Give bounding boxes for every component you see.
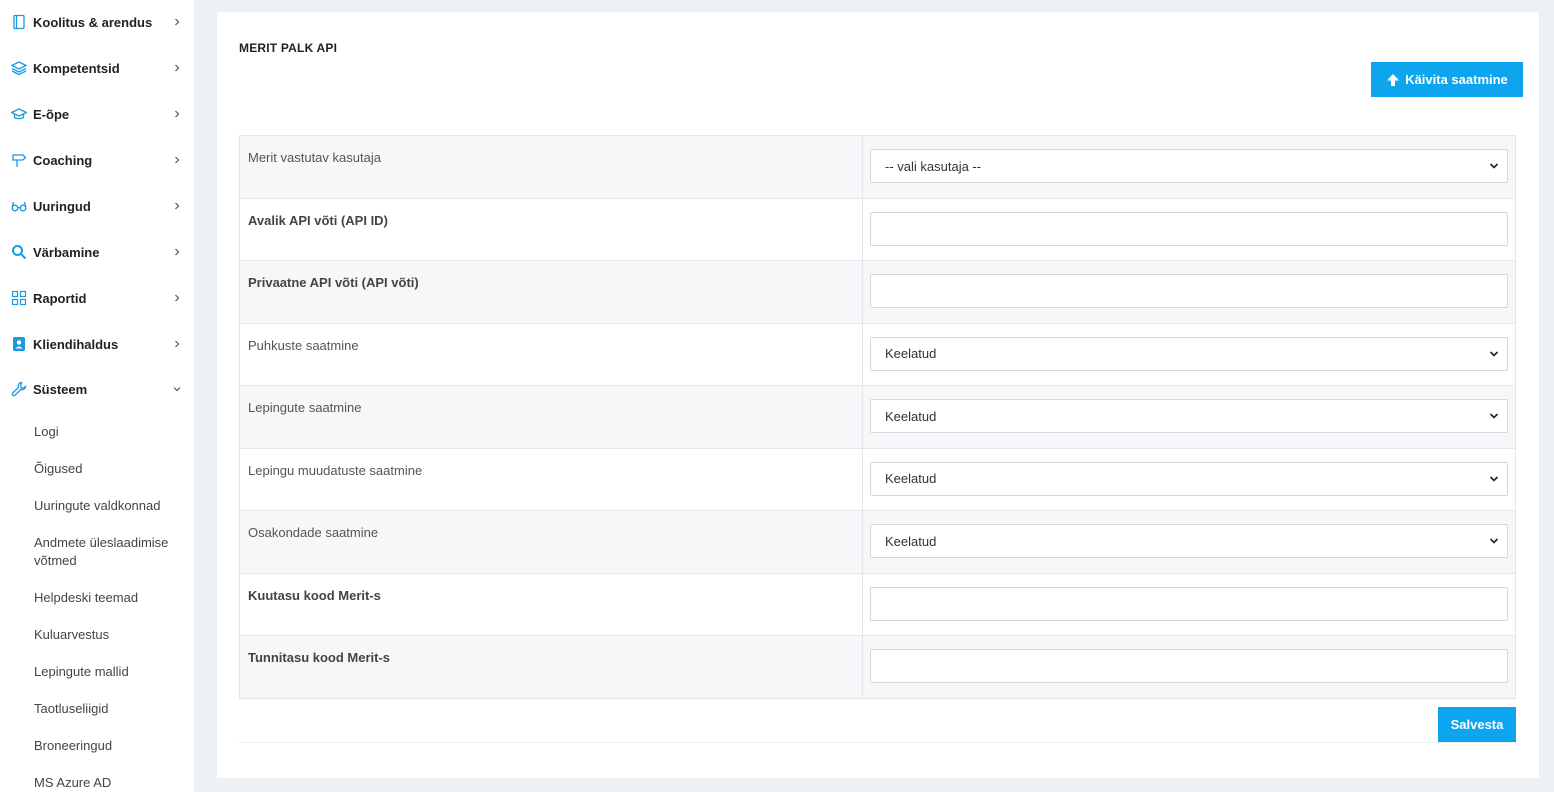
wrench-icon <box>11 381 27 397</box>
chevron-right-icon <box>172 339 182 349</box>
chevron-right-icon <box>172 17 182 27</box>
contracts-sending-select[interactable]: Keelatud <box>870 399 1508 433</box>
sidebar-item-label: Coaching <box>33 152 93 168</box>
arrow-up-icon <box>1386 73 1400 87</box>
notebook-icon <box>11 14 27 30</box>
form-row: Merit vastutav kasutaja -- vali kasutaja… <box>239 135 1516 199</box>
graduation-cap-icon <box>11 106 27 122</box>
layers-icon <box>11 60 27 76</box>
sidebar-subitem-logi[interactable]: Logi <box>34 423 184 441</box>
chevron-down-icon <box>1489 474 1499 484</box>
sidebar-item-uuringud[interactable]: Uuringud <box>0 191 194 221</box>
hourly-fee-code-input[interactable] <box>870 649 1508 683</box>
sidebar-subitem-helpdeski-teemad[interactable]: Helpdeski teemad <box>34 589 184 607</box>
form-row: Osakondade saatmine Keelatud <box>239 510 1516 574</box>
form-row: Lepingute saatmine Keelatud <box>239 385 1516 449</box>
sidebar-item-label: Kompetentsid <box>33 60 120 76</box>
sidebar-subitem-uuringute-valdkonnad[interactable]: Uuringute valdkonnad <box>34 497 184 515</box>
contract-changes-sending-select[interactable]: Keelatud <box>870 461 1508 496</box>
save-button[interactable]: Salvesta <box>1438 707 1516 742</box>
sidebar-item-coaching[interactable]: Coaching <box>0 145 194 175</box>
chevron-down-icon <box>1489 349 1499 359</box>
sidebar-item-kompetentsid[interactable]: Kompetentsid <box>0 53 194 83</box>
chevron-right-icon <box>172 63 182 73</box>
field-label: Lepingu muudatuste saatmine <box>239 447 863 511</box>
glasses-icon <box>11 198 27 214</box>
sidebar-subitem-oigused[interactable]: Õigused <box>34 460 184 478</box>
departments-sending-select[interactable]: Keelatud <box>870 524 1508 558</box>
form-row: Avalik API võti (API ID) <box>239 197 1516 261</box>
run-sending-button-label: Käivita saatmine <box>1405 72 1508 87</box>
chevron-down-icon <box>1489 536 1499 546</box>
sidebar-item-label: Kliendihaldus <box>33 336 119 352</box>
sidebar-subitem-lepingute-mallid[interactable]: Lepingute mallid <box>34 663 184 681</box>
merit-user-select[interactable]: -- vali kasutaja -- <box>870 149 1508 183</box>
chevron-down-icon <box>1489 411 1499 421</box>
chevron-down-icon <box>1489 161 1499 171</box>
vacation-sending-select[interactable]: Keelatud <box>870 336 1508 371</box>
sidebar-item-susteem[interactable]: Süsteem <box>0 374 194 404</box>
sidebar-item-varbamine[interactable]: Värbamine <box>0 237 194 267</box>
field-label: Osakondade saatmine <box>239 510 863 574</box>
field-label: Tunnitasu kood Merit-s <box>239 635 863 699</box>
grid-icon <box>11 290 27 306</box>
field-label: Avalik API võti (API ID) <box>239 197 863 261</box>
sidebar-subitem-andmete-votmed[interactable]: Andmete üleslaadimise võtmed <box>34 534 184 570</box>
chevron-right-icon <box>172 247 182 257</box>
field-label: Puhkuste saatmine <box>239 322 863 386</box>
settings-form-table: Merit vastutav kasutaja -- vali kasutaja… <box>239 135 1516 699</box>
sidebar-item-raportid[interactable]: Raportid <box>0 283 194 313</box>
monthly-fee-code-input[interactable] <box>870 586 1508 621</box>
sidebar-item-koolitus[interactable]: Koolitus & arendus <box>0 7 194 37</box>
chevron-right-icon <box>172 293 182 303</box>
run-sending-button[interactable]: Käivita saatmine <box>1371 62 1523 97</box>
sidebar-item-label: Raportid <box>33 290 87 306</box>
chevron-down-icon <box>172 384 182 394</box>
page-title: MERIT PALK API <box>239 41 338 55</box>
sidebar: Koolitus & arendus Kompetentsid E-õpe Co… <box>0 0 194 792</box>
sidebar-subitem-broneeringud[interactable]: Broneeringud <box>34 737 184 755</box>
form-row: Puhkuste saatmine Keelatud <box>239 322 1516 386</box>
field-label: Privaatne API võti (API võti) <box>239 260 863 324</box>
signpost-icon <box>11 152 27 168</box>
divider <box>239 742 1516 743</box>
main-panel: MERIT PALK API Käivita saatmine Merit va… <box>217 12 1539 778</box>
contact-card-icon <box>11 336 27 352</box>
form-row: Privaatne API võti (API võti) <box>239 260 1516 324</box>
sidebar-item-label: Süsteem <box>33 381 88 397</box>
sidebar-item-label: Koolitus & arendus <box>33 14 153 30</box>
field-label: Lepingute saatmine <box>239 385 863 449</box>
sidebar-subitem-taotluseliigid[interactable]: Taotluseliigid <box>34 700 184 718</box>
field-label: Kuutasu kood Merit-s <box>239 572 863 636</box>
search-icon <box>11 244 27 260</box>
chevron-right-icon <box>172 109 182 119</box>
sidebar-item-e-ope[interactable]: E-õpe <box>0 99 194 129</box>
sidebar-item-label: E-õpe <box>33 106 70 122</box>
form-row: Lepingu muudatuste saatmine Keelatud <box>239 447 1516 511</box>
field-label: Merit vastutav kasutaja <box>239 135 863 199</box>
chevron-right-icon <box>172 201 182 211</box>
chevron-right-icon <box>172 155 182 165</box>
form-row: Tunnitasu kood Merit-s <box>239 635 1516 699</box>
sidebar-item-label: Uuringud <box>33 198 91 214</box>
public-api-key-input[interactable] <box>870 211 1508 246</box>
sidebar-item-kliendihaldus[interactable]: Kliendihaldus <box>0 329 194 359</box>
sidebar-item-label: Värbamine <box>33 244 100 260</box>
sidebar-subitem-ms-azure-ad[interactable]: MS Azure AD <box>34 774 184 792</box>
form-row: Kuutasu kood Merit-s <box>239 572 1516 636</box>
sidebar-subitem-kuluarvestus[interactable]: Kuluarvestus <box>34 626 184 644</box>
private-api-key-input[interactable] <box>870 274 1508 308</box>
